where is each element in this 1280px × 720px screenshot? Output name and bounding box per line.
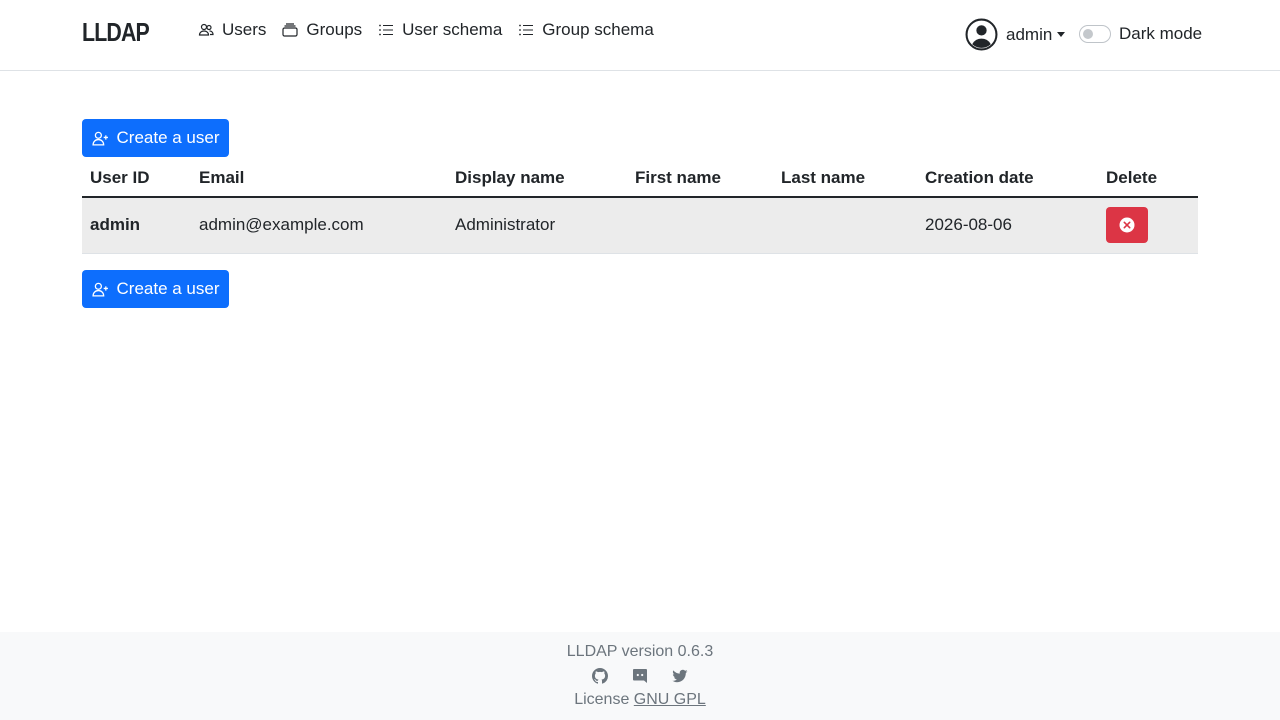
delete-user-button[interactable] <box>1106 207 1148 244</box>
user-creation-date: 2026-08-06 <box>917 197 1098 254</box>
column-header-display-name: Display name <box>447 159 627 198</box>
top-navbar: LLDAP Users Groups User schema Group sch… <box>0 0 1280 71</box>
person-plus-icon <box>91 282 108 297</box>
user-display-name: Administrator <box>447 197 627 254</box>
user-last-name <box>773 197 917 254</box>
github-icon[interactable] <box>592 668 608 684</box>
user-menu-name[interactable]: admin <box>1006 25 1052 45</box>
twitter-icon[interactable] <box>672 668 688 684</box>
users-table: User ID Email Display name First name La… <box>82 159 1198 254</box>
brand-logo[interactable]: LLDAP <box>82 17 150 48</box>
nav-users[interactable]: Users <box>198 20 266 40</box>
create-user-label: Create a user <box>116 279 220 298</box>
column-header-last-name: Last name <box>773 159 917 198</box>
list-icon <box>519 24 534 36</box>
discord-icon[interactable] <box>632 668 648 684</box>
nav-groups[interactable]: Groups <box>282 20 362 40</box>
column-header-email: Email <box>191 159 447 198</box>
create-user-label: Create a user <box>116 128 220 147</box>
create-user-button-top[interactable]: Create a user <box>82 119 229 157</box>
social-links <box>0 668 1280 684</box>
x-circle-icon <box>1119 217 1135 233</box>
table-header-row: User ID Email Display name First name La… <box>82 159 1198 198</box>
dark-mode-toggle-group: Dark mode <box>1079 24 1202 44</box>
license-prefix: License <box>574 691 630 708</box>
user-first-name <box>627 197 773 254</box>
nav-user-schema-label: User schema <box>402 20 503 39</box>
user-id-link[interactable]: admin <box>82 197 191 254</box>
avatar-icon <box>965 18 998 51</box>
dark-mode-switch[interactable] <box>1079 25 1111 43</box>
nav-user-schema[interactable]: User schema <box>378 20 502 40</box>
page-footer: LLDAP version 0.6.3 License GNU GPL <box>0 632 1280 720</box>
nav-groups-label: Groups <box>306 20 363 39</box>
delete-cell <box>1098 197 1198 254</box>
license-link[interactable]: GNU GPL <box>634 691 706 708</box>
switch-knob <box>1083 29 1093 39</box>
column-header-creation-date: Creation date <box>917 159 1098 198</box>
column-header-delete: Delete <box>1098 159 1198 198</box>
collection-icon <box>282 23 299 37</box>
caret-down-icon[interactable] <box>1057 32 1066 37</box>
person-plus-icon <box>91 131 108 146</box>
dark-mode-label: Dark mode <box>1119 24 1203 43</box>
table-row: admin admin@example.com Administrator 20… <box>82 197 1198 254</box>
nav-group-schema[interactable]: Group schema <box>518 20 654 40</box>
nav-group-schema-label: Group schema <box>542 20 654 39</box>
column-header-user-id: User ID <box>82 159 191 198</box>
people-icon <box>198 23 214 36</box>
main-nav: Users Groups User schema Group schema <box>198 20 654 40</box>
create-user-button-bottom[interactable]: Create a user <box>82 270 229 308</box>
user-email: admin@example.com <box>191 197 447 254</box>
column-header-first-name: First name <box>627 159 773 198</box>
nav-users-label: Users <box>222 20 267 39</box>
list-icon <box>379 24 394 36</box>
version-text: LLDAP version 0.6.3 <box>566 643 714 660</box>
user-menu[interactable]: admin <box>965 18 1066 51</box>
license-line: License GNU GPL <box>0 691 1280 709</box>
